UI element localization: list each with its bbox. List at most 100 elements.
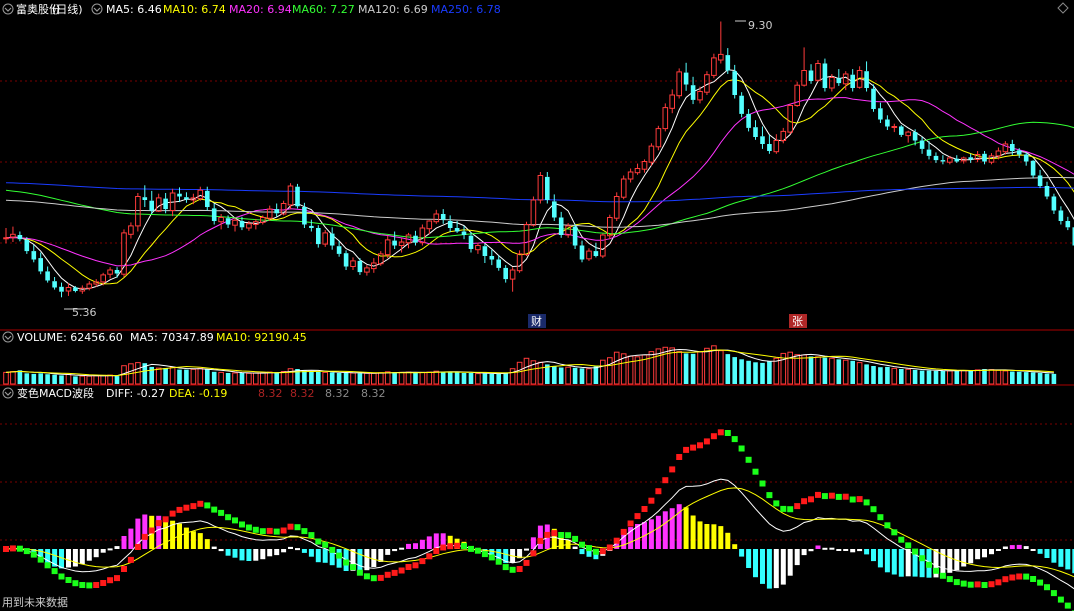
macd-band-block — [419, 558, 426, 565]
volume-bar — [960, 370, 967, 385]
candle — [787, 103, 794, 135]
legend-item: MA10: 92190.45 — [216, 331, 307, 344]
stock-chart[interactable]: 9.30 5.36 财 张 富奥股份 (日线) MA5: 6.46MA10: 6… — [0, 0, 1074, 611]
volume-bar — [982, 369, 987, 384]
price-rise-marker[interactable]: 张 — [789, 314, 807, 328]
candle — [350, 257, 356, 270]
candle — [899, 125, 904, 137]
macd-band-block — [114, 575, 120, 582]
macd-histogram-bar — [253, 549, 259, 561]
high-price-label: 9.30 — [748, 19, 773, 32]
main-legend-texts: MA5: 6.46MA10: 6.74 MA20: 6.94MA60: 7.27 M… — [106, 3, 501, 16]
macd-histogram-bar — [93, 549, 99, 558]
volume-bar — [447, 371, 453, 384]
macd-histogram-bar — [864, 549, 870, 555]
volume-bar — [86, 375, 93, 385]
candle — [746, 109, 751, 132]
candle — [211, 203, 217, 225]
macd-band-block — [537, 537, 544, 544]
candle — [669, 89, 676, 114]
volume-bar — [392, 372, 397, 384]
macd-histogram-bar — [704, 524, 710, 549]
volume-bar — [739, 359, 744, 385]
macd-histogram-bar — [1030, 549, 1036, 551]
macd-band-block — [565, 532, 572, 539]
macd-band-block — [710, 433, 717, 440]
volume-bar — [3, 371, 9, 385]
macd-band-block — [37, 556, 44, 563]
finance-report-marker[interactable]: 财 — [528, 314, 546, 328]
macd-histogram-bar — [766, 549, 772, 589]
candle — [662, 103, 669, 132]
candle — [760, 126, 765, 149]
volume-bar — [169, 366, 176, 385]
macd-band-block — [294, 524, 301, 531]
candle — [572, 223, 578, 249]
macd-band-block — [988, 581, 995, 588]
candle — [808, 64, 814, 84]
macd-band-block — [835, 493, 842, 500]
candle — [475, 242, 481, 254]
macd-band-block — [93, 582, 100, 588]
candle — [253, 218, 259, 230]
low-marker: 5.36 — [64, 306, 97, 319]
macd-band-block — [579, 541, 585, 548]
macd-band-block — [703, 438, 710, 445]
volume-bar — [954, 370, 960, 384]
macd-histogram-bar — [836, 549, 842, 551]
volume-bar — [725, 354, 731, 384]
macd-histogram-bar — [711, 524, 717, 549]
legend-item: MA250: 6.78 — [431, 3, 501, 16]
macd-histogram-bar — [413, 543, 418, 549]
volume-bar — [1010, 371, 1015, 384]
candle — [676, 68, 683, 99]
macd-histogram-bar — [315, 549, 321, 563]
volume-bar — [232, 372, 238, 385]
macd-band-block — [828, 492, 835, 499]
macd-band-block — [30, 551, 37, 558]
macd-histogram-bar — [669, 508, 675, 549]
macd-histogram-bar — [662, 511, 668, 549]
volume-bar — [552, 366, 557, 384]
volume-bar — [468, 373, 474, 384]
candle — [516, 250, 523, 273]
volume-bar — [586, 368, 592, 385]
volume-bar — [773, 357, 780, 385]
volume-bar — [107, 374, 113, 385]
candle — [905, 130, 912, 143]
macd-histogram-bar — [572, 546, 578, 549]
macd-band-block — [738, 445, 745, 452]
macd-band-block — [370, 575, 377, 582]
volume-collapse-icon[interactable] — [2, 331, 14, 343]
macd-histogram-bar — [128, 528, 134, 549]
candle — [45, 266, 50, 283]
diamond-icon[interactable] — [1057, 2, 1069, 14]
macd-band-block — [315, 538, 322, 545]
macd-band-block — [815, 491, 821, 498]
macd-histogram-bar — [877, 549, 883, 568]
legend-item: 8.32 — [361, 387, 386, 400]
macd-band-block — [225, 514, 232, 521]
volume-bar — [905, 368, 912, 385]
macd-band-block — [44, 562, 51, 569]
volume-bar — [891, 367, 898, 385]
macd-histogram-bar — [239, 549, 245, 561]
ma-settings-icon[interactable] — [91, 3, 103, 15]
macd-histogram-bar — [142, 514, 148, 549]
macd-histogram-bar — [357, 549, 363, 572]
candle — [322, 230, 328, 247]
macd-histogram-bar — [1044, 549, 1050, 558]
macd-band-block — [745, 456, 752, 463]
volume-bar — [24, 373, 30, 384]
main-collapse-icon[interactable] — [2, 3, 14, 15]
volume-bar — [38, 373, 43, 384]
macd-band-block — [148, 527, 155, 534]
volume-bar — [648, 351, 655, 385]
macd-histogram-bar — [648, 519, 654, 549]
volume-bar — [947, 370, 953, 385]
macd-histogram-bar — [718, 526, 724, 549]
candle — [52, 277, 57, 290]
candle — [17, 231, 23, 242]
macd-band-block — [65, 577, 72, 583]
macd-collapse-icon[interactable] — [2, 387, 14, 399]
